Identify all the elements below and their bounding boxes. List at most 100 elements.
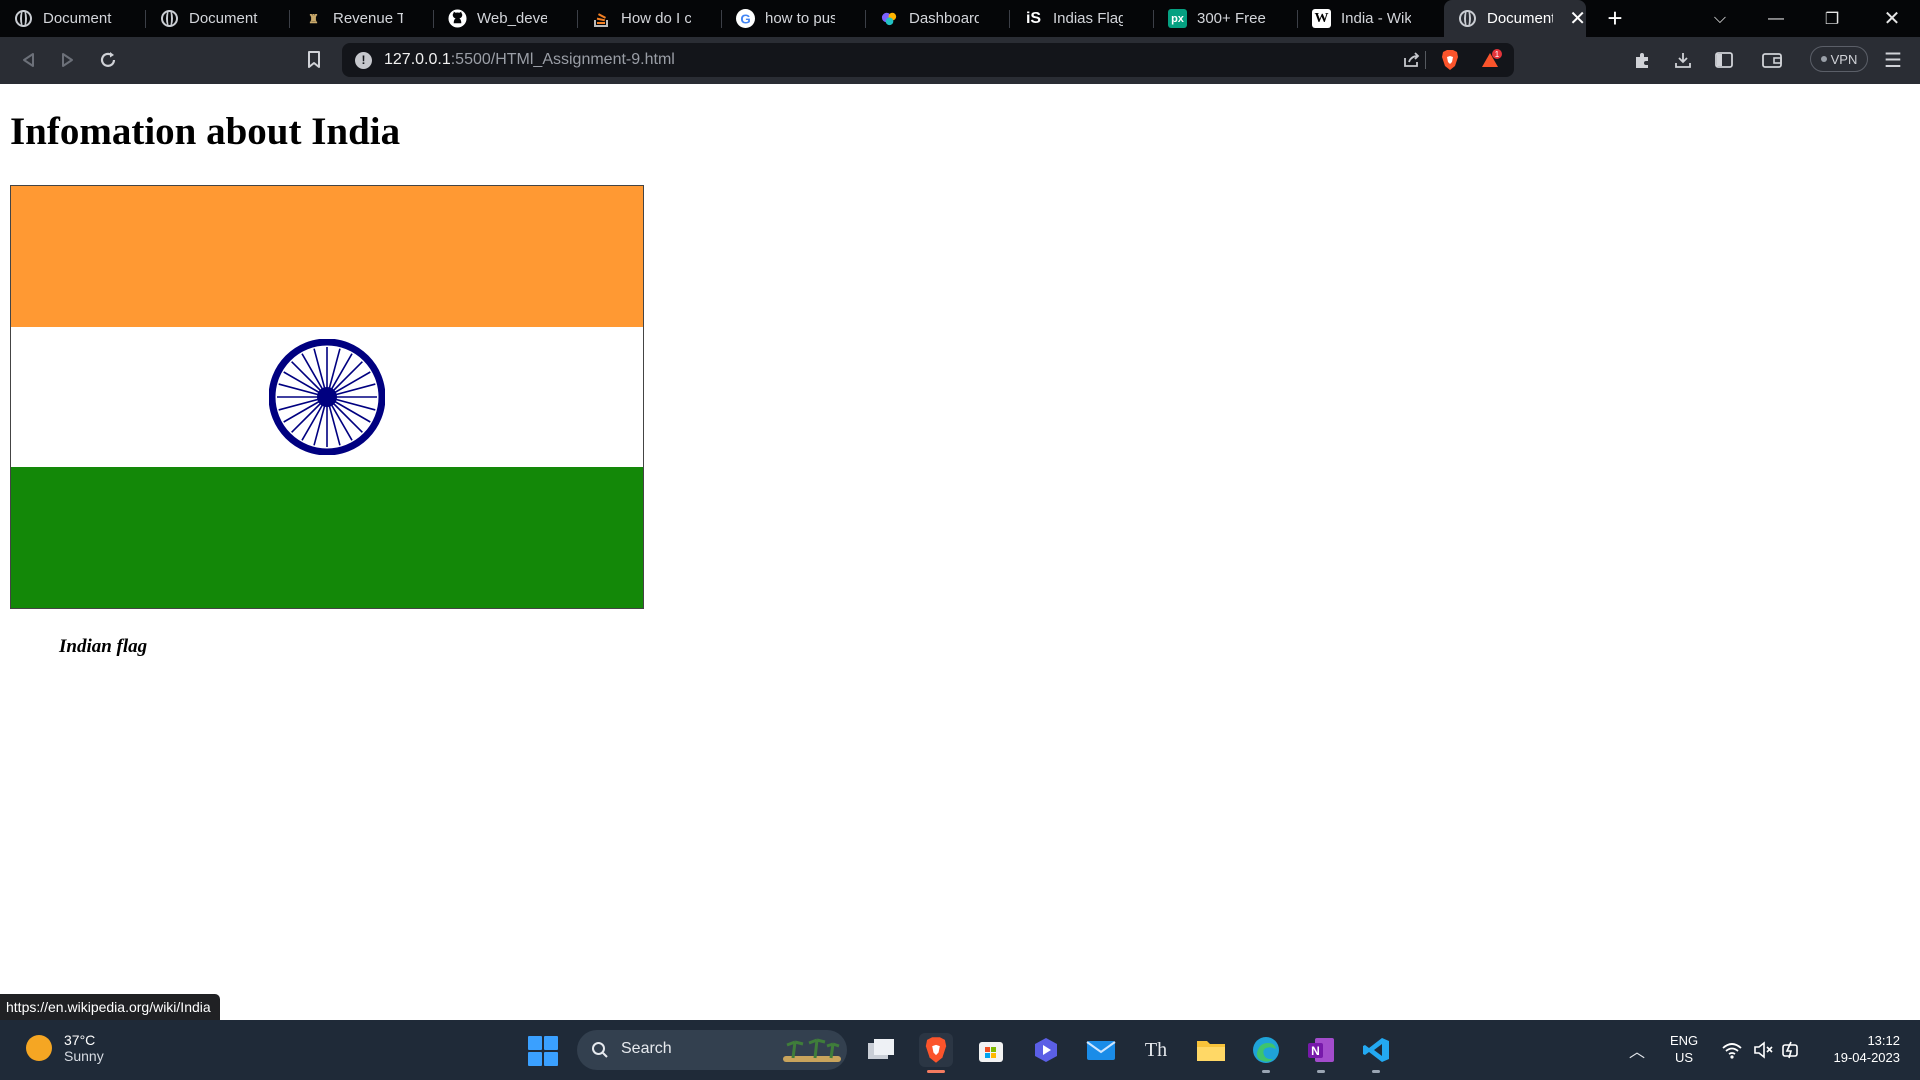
file-explorer-icon[interactable]	[1194, 1033, 1228, 1067]
address-bar[interactable]: ! 127.0.0.1:5500/HTMl_Assignment-9.html …	[342, 43, 1514, 77]
search-label: Search	[621, 1040, 672, 1057]
url-path: :5500/HTMl_Assignment-9.html	[450, 51, 675, 68]
onenote-icon[interactable]: N	[1304, 1033, 1338, 1073]
address-divider	[1425, 51, 1426, 69]
svg-text:N: N	[1311, 1044, 1320, 1058]
google-icon: G	[736, 9, 755, 28]
windows-taskbar: 37°C Sunny Search Th N ︿ ENG US 13:12 19…	[0, 1020, 1920, 1080]
tab-title: India - Wikiped	[1341, 10, 1411, 27]
bookmark-icon[interactable]	[299, 45, 329, 75]
site-info-icon[interactable]: !	[355, 52, 372, 69]
region-code: US	[1675, 1050, 1694, 1065]
font-app-icon[interactable]: Th	[1139, 1033, 1173, 1067]
back-icon[interactable]	[13, 45, 43, 75]
language-indicator[interactable]: ENG US	[1670, 1032, 1698, 1066]
task-view-icon[interactable]	[864, 1033, 898, 1067]
dashboard-icon	[880, 9, 899, 28]
flag-green-stripe	[11, 467, 643, 608]
url-text[interactable]: 127.0.0.1:5500/HTMl_Assignment-9.html	[384, 51, 675, 69]
tab-document-active[interactable]: Document ✕	[1444, 0, 1586, 37]
extensions-icon[interactable]	[1628, 45, 1658, 75]
weather-widget[interactable]: 37°C Sunny	[26, 1032, 104, 1064]
tab-title: How do I creat	[621, 10, 691, 27]
emblem-icon: ♜	[308, 11, 319, 26]
svg-text:G: G	[740, 11, 750, 26]
wifi-icon[interactable]	[1715, 1033, 1749, 1067]
tab-strip: Document Document ♜ Revenue Trend Web_de…	[0, 0, 1920, 37]
close-window-icon[interactable]: ✕	[1864, 0, 1920, 37]
flag-caption: Indian flag	[59, 636, 148, 657]
tab-title: 300+ Free India	[1197, 10, 1267, 27]
url-host: 127.0.0.1	[384, 51, 451, 68]
tab-document-2[interactable]: Document	[146, 0, 290, 37]
tab-title: how to push n	[765, 10, 835, 27]
stackoverflow-icon	[592, 9, 611, 28]
tab-title: Document	[1487, 10, 1554, 27]
status-bar-link-preview: https://en.wikipedia.org/wiki/India	[0, 994, 220, 1020]
tab-title: Indias Flag Clo	[1053, 10, 1123, 27]
globe-icon	[160, 9, 179, 28]
tab-india-flag-clone[interactable]: iS Indias Flag Clo	[1010, 0, 1154, 37]
vpn-status-icon	[1820, 56, 1827, 62]
tab-dashboard[interactable]: Dashboard: Fu	[866, 0, 1010, 37]
tab-title: Dashboard: Fu	[909, 10, 979, 27]
tab-title: Document	[189, 10, 258, 27]
share-icon[interactable]	[1397, 45, 1427, 75]
taskbar-search-box[interactable]: Search	[577, 1030, 847, 1070]
brave-shields-icon[interactable]	[1435, 45, 1465, 75]
search-highlight-icon	[783, 1038, 841, 1062]
github-icon	[448, 9, 467, 28]
tab-google-search[interactable]: G how to push n	[722, 0, 866, 37]
tab-search-chevron-icon[interactable]: ⌵	[1692, 0, 1748, 37]
mail-icon[interactable]	[1084, 1033, 1118, 1067]
windows-start-icon[interactable]	[528, 1036, 558, 1066]
tab-revenue-trend[interactable]: ♜ Revenue Trend	[290, 0, 434, 37]
show-hidden-icons-chevron-icon[interactable]: ︿	[1620, 1033, 1654, 1067]
svg-text:1: 1	[1495, 50, 1500, 59]
restore-icon[interactable]: ❐	[1804, 0, 1860, 37]
reload-icon[interactable]	[93, 45, 123, 75]
flag-saffron-stripe	[11, 186, 643, 327]
battery-charging-icon[interactable]	[1775, 1033, 1809, 1067]
search-icon	[592, 1042, 608, 1058]
weather-temperature: 37°C	[64, 1032, 96, 1048]
edge-browser-icon[interactable]	[1249, 1033, 1283, 1073]
close-tab-icon[interactable]: ✕	[1569, 9, 1586, 29]
globe-icon	[14, 9, 33, 28]
page-content: Infomation about India Indian flag	[0, 84, 1920, 1020]
tab-title: Web_developm	[477, 10, 547, 27]
is-icon: iS	[1025, 9, 1042, 27]
tab-wikipedia[interactable]: W India - Wikiped	[1298, 0, 1442, 37]
brave-rewards-icon[interactable]: 1	[1476, 45, 1506, 75]
tab-title: Revenue Trend	[333, 10, 403, 27]
vpn-button[interactable]: VPN	[1810, 46, 1868, 72]
tab-title: Document	[43, 10, 112, 27]
taskbar-clock[interactable]: 13:12 19-04-2023	[1820, 1032, 1901, 1066]
microsoft-store-icon[interactable]	[974, 1033, 1008, 1067]
vpn-label: VPN	[1830, 51, 1858, 67]
tab-pexels[interactable]: px 300+ Free India	[1154, 0, 1298, 37]
menu-icon[interactable]: ☰	[1878, 45, 1908, 75]
download-icon[interactable]	[1668, 45, 1698, 75]
globe-icon	[1458, 9, 1477, 28]
wikipedia-icon: W	[1312, 9, 1331, 28]
clock-time: 13:12	[1867, 1033, 1900, 1048]
minimize-icon[interactable]: —	[1748, 0, 1804, 37]
tab-github[interactable]: Web_developm	[434, 0, 578, 37]
vscode-icon[interactable]	[1359, 1033, 1393, 1073]
forward-icon[interactable]	[53, 45, 83, 75]
india-flag-image	[10, 185, 644, 609]
language-code: ENG	[1670, 1033, 1699, 1048]
media-player-icon[interactable]	[1029, 1033, 1063, 1067]
clock-date: 19-04-2023	[1833, 1050, 1901, 1065]
pexels-icon: px	[1168, 9, 1187, 28]
wallet-icon[interactable]	[1757, 45, 1787, 75]
sidebar-icon[interactable]	[1709, 45, 1739, 75]
browser-toolbar: ! 127.0.0.1:5500/HTMl_Assignment-9.html …	[0, 37, 1920, 84]
weather-description: Sunny	[64, 1048, 104, 1064]
tab-stackoverflow[interactable]: How do I creat	[578, 0, 722, 37]
tab-document-1[interactable]: Document	[0, 0, 146, 37]
sun-icon	[26, 1035, 52, 1061]
new-tab-button[interactable]: +	[1601, 3, 1629, 33]
brave-taskbar-icon[interactable]	[919, 1033, 953, 1073]
